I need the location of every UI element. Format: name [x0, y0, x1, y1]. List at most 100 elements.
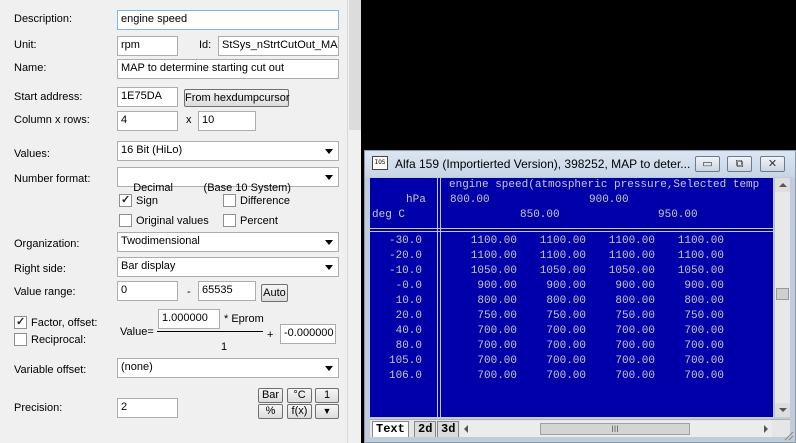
unit-one-button[interactable]: 1	[315, 388, 339, 403]
map-cell[interactable]: 750.00	[666, 310, 724, 322]
description-field[interactable]: engine speed	[117, 10, 339, 30]
unit-field[interactable]: rpm	[117, 36, 178, 56]
map-cell[interactable]: 800.00	[528, 295, 586, 307]
horizontal-scrollbar[interactable]: III	[460, 421, 772, 437]
values-select[interactable]: 16 Bit (HiLo)	[117, 141, 339, 161]
unit-percent-button[interactable]: %	[258, 404, 283, 419]
map-table[interactable]: engine speed(atmospheric pressure,Select…	[370, 178, 773, 417]
map-cell[interactable]: 700.00	[666, 355, 724, 367]
map-cell[interactable]: 1050.00	[459, 265, 517, 277]
unit-fx-button[interactable]: f(x)	[287, 404, 312, 419]
scroll-right-icon[interactable]	[758, 421, 772, 437]
id-field[interactable]: StSys_nStrtCutOut_MAP	[218, 36, 339, 56]
row-label: 20.0	[395, 310, 422, 322]
map-cell[interactable]: 1050.00	[597, 265, 655, 277]
map-cell[interactable]: 800.00	[666, 295, 724, 307]
variable-offset-select[interactable]: (none)	[117, 358, 339, 378]
map-cell[interactable]: 700.00	[597, 355, 655, 367]
start-address-label: Start address:	[14, 91, 83, 103]
app-icon: IOS	[372, 156, 388, 170]
map-cell[interactable]: 1100.00	[459, 250, 517, 262]
map-cell[interactable]: 1100.00	[528, 250, 586, 262]
map-cell[interactable]: 900.00	[597, 280, 655, 292]
offset-field[interactable]: -0.000000	[280, 324, 336, 344]
restore-button[interactable]: ⧉	[727, 156, 752, 172]
tab-3d[interactable]: 3d	[437, 421, 460, 437]
map-cell[interactable]: 700.00	[459, 370, 517, 382]
start-address-field[interactable]: 1E75DA	[117, 87, 178, 107]
tab-2d[interactable]: 2d	[414, 421, 437, 437]
reciprocal-checkbox[interactable]	[14, 333, 27, 346]
scroll-left-icon[interactable]	[460, 421, 474, 437]
minimize-button[interactable]: ▭	[695, 156, 720, 172]
x-axis-value: 950.00	[658, 209, 698, 221]
from-hexdumpcursor-button[interactable]: From hexdumpcursor	[184, 89, 290, 107]
unit-bar-button[interactable]: Bar	[258, 388, 283, 403]
right-side-select[interactable]: Bar display	[117, 257, 339, 277]
map-cell[interactable]: 700.00	[666, 370, 724, 382]
map-cell[interactable]: 800.00	[459, 295, 517, 307]
scroll-thumb[interactable]	[776, 288, 789, 300]
map-cell[interactable]: 800.00	[597, 295, 655, 307]
close-button[interactable]: ✕	[760, 156, 785, 172]
values-selected: 16 Bit (HiLo)	[121, 144, 183, 156]
value-range-max-field[interactable]: 65535	[198, 281, 256, 301]
sign-checkbox[interactable]	[119, 193, 132, 207]
map-cell[interactable]: 1100.00	[597, 235, 655, 247]
rows-field[interactable]: 10	[198, 111, 256, 131]
panel-scrollbar[interactable]	[347, 0, 361, 443]
auto-button[interactable]: Auto	[261, 284, 288, 302]
y-axis-unit: deg C	[372, 209, 406, 221]
scroll-up-icon[interactable]	[775, 178, 790, 192]
scroll-down-icon[interactable]	[775, 403, 790, 417]
map-cell[interactable]: 700.00	[459, 355, 517, 367]
difference-checkbox[interactable]	[223, 194, 236, 207]
scroll-thumb[interactable]: III	[540, 423, 690, 435]
map-cell[interactable]: 700.00	[459, 325, 517, 337]
precision-field[interactable]: 2	[117, 398, 178, 418]
columns-field[interactable]: 4	[117, 111, 178, 131]
map-cell[interactable]: 700.00	[528, 355, 586, 367]
map-cell[interactable]: 700.00	[528, 340, 586, 352]
map-cell[interactable]: 700.00	[459, 340, 517, 352]
unit-more-button[interactable]: ▼	[315, 404, 339, 419]
map-cell[interactable]: 700.00	[597, 325, 655, 337]
map-cell[interactable]: 1100.00	[666, 250, 724, 262]
map-cell[interactable]: 1100.00	[597, 250, 655, 262]
map-cell[interactable]: 900.00	[528, 280, 586, 292]
map-cell[interactable]: 700.00	[597, 340, 655, 352]
tab-text[interactable]: Text	[372, 421, 409, 437]
map-cell[interactable]: 750.00	[597, 310, 655, 322]
factor-offset-checkbox[interactable]	[14, 315, 27, 329]
resize-grip-icon[interactable]	[782, 429, 794, 441]
factor-field[interactable]: 1.000000	[158, 309, 220, 329]
title-bar[interactable]: IOS Alfa 159 (Importierted Version), 398…	[365, 151, 795, 177]
map-cell[interactable]: 700.00	[666, 325, 724, 337]
map-cell[interactable]: 1050.00	[528, 265, 586, 277]
map-cell[interactable]: 700.00	[528, 370, 586, 382]
organization-select[interactable]: Twodimensional	[117, 232, 339, 252]
name-field[interactable]: MAP to determine starting cut out	[117, 59, 339, 79]
map-cell[interactable]: 1050.00	[666, 265, 724, 277]
number-format-select[interactable]: Decimal (Base 10 System)	[117, 167, 339, 194]
map-cell[interactable]: 1100.00	[459, 235, 517, 247]
map-cell[interactable]: 700.00	[666, 340, 724, 352]
map-cell[interactable]: 750.00	[528, 310, 586, 322]
map-cell[interactable]: 700.00	[597, 370, 655, 382]
map-cell[interactable]: 900.00	[666, 280, 724, 292]
chevron-down-icon	[323, 171, 335, 183]
times-label: x	[186, 114, 192, 126]
map-cell[interactable]: 1100.00	[528, 235, 586, 247]
map-cell[interactable]: 750.00	[459, 310, 517, 322]
x-axis-unit: hPa	[406, 194, 426, 206]
value-range-min-field[interactable]: 0	[117, 281, 178, 301]
map-cell[interactable]: 1100.00	[666, 235, 724, 247]
percent-label: Percent	[240, 215, 278, 227]
original-values-checkbox[interactable]	[119, 214, 132, 227]
map-cell[interactable]: 700.00	[528, 325, 586, 337]
vertical-scrollbar[interactable]	[774, 178, 790, 417]
formula-value-label: Value=	[120, 326, 154, 338]
map-cell[interactable]: 900.00	[459, 280, 517, 292]
unit-celsius-button[interactable]: °C	[287, 388, 312, 403]
percent-checkbox[interactable]	[223, 214, 236, 227]
